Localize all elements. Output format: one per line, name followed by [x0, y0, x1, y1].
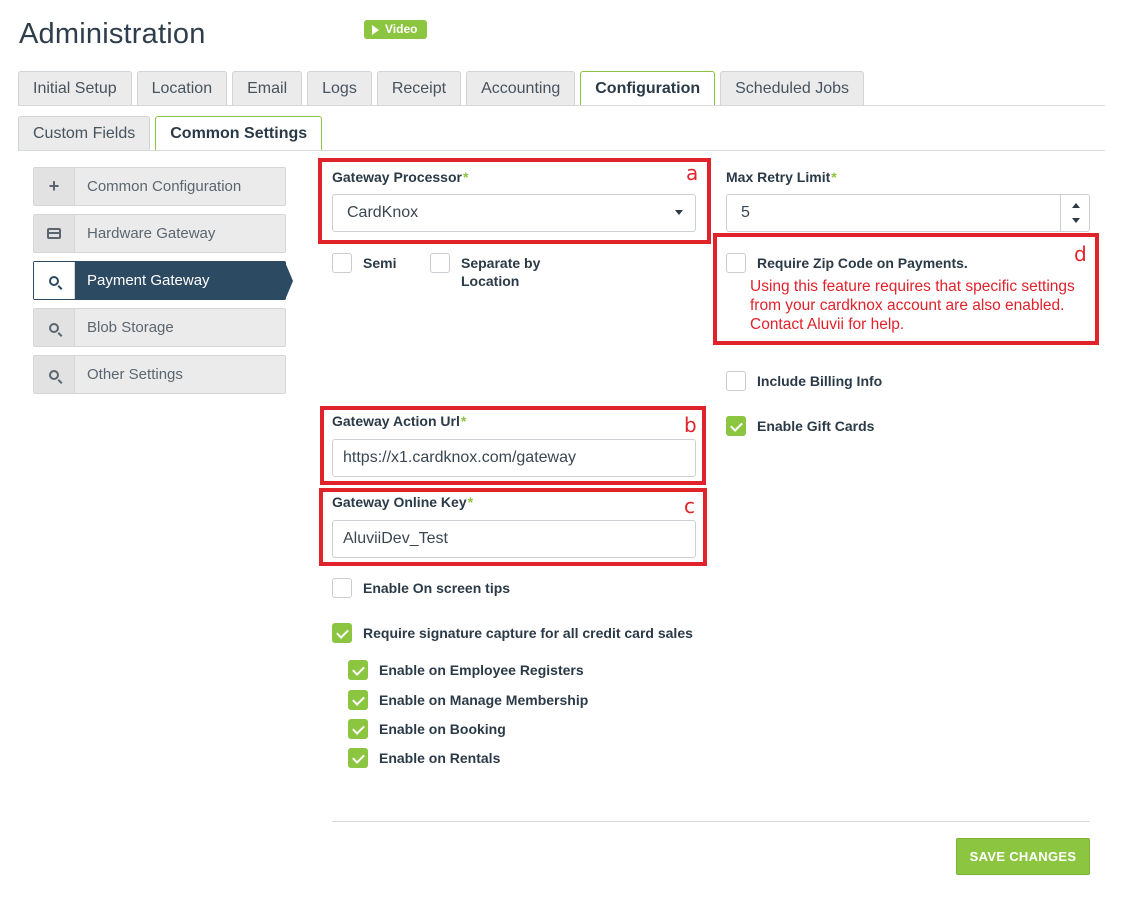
signature-manage-membership-checkbox[interactable]	[348, 690, 368, 710]
highlight-box-a	[318, 158, 711, 244]
tab-logs[interactable]: Logs	[307, 71, 372, 105]
sidebar-item-label: Hardware Gateway	[87, 225, 216, 242]
highlight-box-b	[320, 406, 706, 485]
signature-option-label: Enable on Manage Membership	[379, 692, 589, 708]
plus-icon: +	[34, 168, 75, 205]
signature-employee-registers-checkbox[interactable]	[348, 660, 368, 680]
page-title: Administration	[19, 18, 206, 50]
annotation-label-b: b	[684, 413, 697, 437]
signature-manage-membership-option[interactable]: Enable on Manage Membership	[348, 690, 588, 710]
gift-cards-checkbox[interactable]	[726, 416, 746, 436]
onscreen-tips-option[interactable]: Enable On screen tips	[332, 578, 510, 598]
card-icon	[34, 215, 75, 252]
save-changes-button[interactable]: SAVE CHANGES	[956, 838, 1090, 875]
play-icon	[372, 24, 379, 35]
tab-location[interactable]: Location	[136, 71, 228, 105]
signature-employee-registers-option[interactable]: Enable on Employee Registers	[348, 660, 584, 680]
tab-scheduled-jobs[interactable]: Scheduled Jobs	[720, 71, 864, 105]
sidebar-item-label: Payment Gateway	[87, 272, 210, 289]
tab-divider	[18, 105, 1105, 106]
tab-custom-fields[interactable]: Custom Fields	[18, 116, 151, 150]
chevron-down-icon[interactable]	[1072, 218, 1080, 223]
primary-tabs: Initial Setup Location Email Logs Receip…	[18, 71, 864, 106]
tab-configuration[interactable]: Configuration	[580, 71, 716, 106]
signature-option-label: Enable on Rentals	[379, 750, 501, 766]
settings-sidebar: + Common Configuration Hardware Gateway …	[33, 167, 293, 402]
chevron-up-icon[interactable]	[1072, 203, 1080, 208]
separate-by-location-checkbox[interactable]	[430, 253, 450, 273]
tab-initial-setup[interactable]: Initial Setup	[18, 71, 132, 105]
signature-option-label: Enable on Employee Registers	[379, 662, 584, 678]
annotation-label-d: d	[1074, 242, 1087, 266]
signature-option-label: Enable on Booking	[379, 721, 506, 737]
search-icon	[34, 262, 75, 299]
separate-by-location-option[interactable]: Separate by Location	[430, 253, 570, 290]
signature-booking-checkbox[interactable]	[348, 719, 368, 739]
max-retry-label: Max Retry Limit*	[726, 169, 837, 185]
require-signature-option[interactable]: Require signature capture for all credit…	[332, 623, 693, 643]
number-stepper[interactable]	[1060, 195, 1089, 231]
sidebar-item-label: Blob Storage	[87, 319, 174, 336]
require-signature-checkbox[interactable]	[332, 623, 352, 643]
signature-rentals-checkbox[interactable]	[348, 748, 368, 768]
max-retry-input[interactable]: 5	[726, 194, 1090, 232]
signature-rentals-option[interactable]: Enable on Rentals	[348, 748, 500, 768]
separate-by-location-label: Separate by Location	[461, 255, 541, 289]
video-button[interactable]: Video	[364, 20, 428, 39]
annotation-label-c: c	[684, 494, 695, 518]
sidebar-item-label: Other Settings	[87, 366, 183, 383]
sidebar-item-payment-gateway[interactable]: Payment Gateway	[33, 261, 293, 300]
include-billing-checkbox[interactable]	[726, 371, 746, 391]
secondary-tabs: Custom Fields Common Settings	[18, 116, 323, 151]
tab-accounting[interactable]: Accounting	[466, 71, 576, 105]
form-footer-divider	[332, 821, 1090, 822]
highlight-box-c	[319, 488, 707, 566]
search-icon	[34, 309, 75, 346]
signature-booking-option[interactable]: Enable on Booking	[348, 719, 506, 739]
sidebar-item-blob-storage[interactable]: Blob Storage	[33, 308, 286, 347]
semi-option[interactable]: Semi	[332, 253, 396, 273]
tab-common-settings[interactable]: Common Settings	[155, 116, 323, 151]
onscreen-tips-checkbox[interactable]	[332, 578, 352, 598]
sidebar-item-label: Common Configuration	[87, 178, 242, 195]
tab-receipt[interactable]: Receipt	[376, 71, 462, 105]
sidebar-item-common-configuration[interactable]: + Common Configuration	[33, 167, 286, 206]
subtab-divider	[18, 150, 1105, 151]
sidebar-item-other-settings[interactable]: Other Settings	[33, 355, 286, 394]
include-billing-option[interactable]: Include Billing Info	[726, 371, 882, 391]
annotation-label-a: a	[686, 161, 699, 185]
highlight-box-d	[713, 233, 1099, 345]
semi-label: Semi	[363, 255, 397, 271]
sidebar-item-hardware-gateway[interactable]: Hardware Gateway	[33, 214, 286, 253]
require-signature-label: Require signature capture for all credit…	[363, 625, 693, 641]
tab-email[interactable]: Email	[232, 71, 303, 105]
onscreen-tips-label: Enable On screen tips	[363, 580, 511, 596]
video-button-label: Video	[385, 22, 418, 36]
semi-checkbox[interactable]	[332, 253, 352, 273]
include-billing-label: Include Billing Info	[757, 373, 883, 389]
search-icon	[34, 356, 75, 393]
gift-cards-option[interactable]: Enable Gift Cards	[726, 416, 874, 436]
gift-cards-label: Enable Gift Cards	[757, 418, 875, 434]
